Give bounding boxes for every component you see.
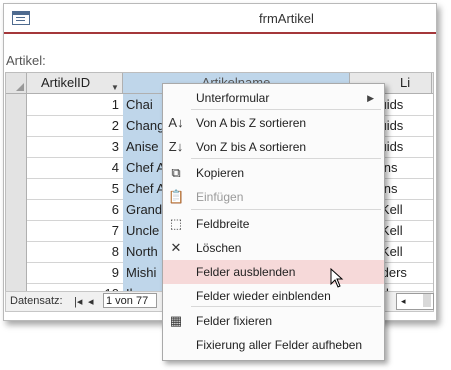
select-all-corner[interactable]	[6, 73, 27, 93]
row-selector[interactable]	[6, 220, 27, 241]
paste-icon: 📋	[168, 189, 185, 204]
row-selector[interactable]	[6, 157, 27, 178]
cell-artikelid[interactable]: 7	[27, 223, 119, 238]
menu-item-felder-wieder-einblenden[interactable]: Felder wieder einblenden	[163, 284, 384, 308]
menu-item-label: Kopieren	[196, 166, 245, 180]
cell-artikelid[interactable]: 4	[27, 160, 119, 175]
delete-icon: ✕	[170, 240, 182, 255]
row-selector[interactable]	[6, 262, 27, 283]
menu-item-label: Von A bis Z sortieren	[196, 116, 307, 130]
form-icon	[12, 11, 30, 25]
menu-item-fixierung-aller-felder-aufheben[interactable]: Fixierung aller Felder aufheben	[163, 333, 384, 357]
menu-item-einfügen[interactable]: 📋 Einfügen	[163, 185, 384, 209]
row-selector[interactable]	[6, 136, 27, 157]
freeze-fields-icon: ▦	[169, 313, 183, 328]
menu-item-label: Felder fixieren	[196, 314, 273, 328]
row-selector[interactable]	[6, 94, 27, 115]
menu-item-kopieren[interactable]: ⧉ Kopieren	[163, 161, 384, 185]
cell-artikelid[interactable]: 9	[27, 265, 119, 280]
cell-artikelid[interactable]: 5	[27, 181, 119, 196]
cell-artikelid[interactable]: 3	[27, 139, 119, 154]
horizontal-scrollbar[interactable]: ◂	[396, 293, 434, 310]
record-label: Datensatz:	[10, 295, 63, 307]
menu-item-label: Feldbreite	[196, 217, 250, 231]
previous-record-icon[interactable]: ◂	[88, 295, 94, 308]
menu-item-label: Einfügen	[196, 190, 244, 204]
cell-artikelid[interactable]: 2	[27, 118, 119, 133]
context-menu: Unterformular ▶ A↓ Von A bis Z sortieren Z↓ V…	[162, 83, 385, 361]
window-title: frmArtikel	[259, 11, 314, 26]
row-selector[interactable]	[6, 115, 27, 136]
row-selector[interactable]	[6, 199, 27, 220]
scroll-left-icon[interactable]: ◂	[401, 296, 406, 307]
sort-ascending-icon: A↓	[168, 115, 184, 130]
cell-artikelid[interactable]: 8	[27, 244, 119, 259]
cell-artikelid[interactable]: 1	[27, 97, 119, 112]
menu-item-unterformular[interactable]: Unterformular ▶	[163, 86, 384, 110]
menu-item-label: Fixierung aller Felder aufheben	[196, 338, 363, 352]
menu-item-label: Unterformular	[196, 91, 270, 105]
first-record-icon[interactable]: |◂	[74, 295, 82, 308]
cell-artikelid[interactable]: 6	[27, 202, 119, 217]
menu-item-von-a-bis-z-sortieren[interactable]: A↓ Von A bis Z sortieren	[163, 111, 384, 135]
menu-item-löschen[interactable]: ✕ Löschen	[163, 236, 384, 260]
menu-separator	[191, 209, 381, 210]
copy-icon: ⧉	[171, 165, 181, 180]
mouse-pointer-icon	[330, 268, 344, 288]
menu-item-felder-ausblenden[interactable]: Felder ausblenden	[163, 260, 384, 284]
menu-item-feldbreite[interactable]: ⬚ Feldbreite	[163, 212, 384, 236]
field-width-icon: ⬚	[169, 216, 183, 231]
menu-item-label: Felder wieder einblenden	[196, 289, 331, 303]
row-selector[interactable]	[6, 241, 27, 262]
menu-item-label: Löschen	[196, 241, 242, 255]
menu-item-felder-fixieren[interactable]: ▦ Felder fixieren	[163, 309, 384, 333]
scroll-thumb[interactable]	[423, 294, 431, 307]
column-header-artikelid[interactable]: ArtikelID ▼	[27, 73, 123, 93]
title-bar: frmArtikel	[4, 4, 436, 34]
row-selector[interactable]	[6, 178, 27, 199]
sort-descending-icon: Z↓	[168, 139, 184, 154]
submenu-arrow-icon: ▶	[367, 93, 374, 103]
menu-item-label: Felder ausblenden	[196, 265, 296, 279]
record-number-input[interactable]: 1 von 77	[103, 293, 157, 308]
menu-item-label: Von Z bis A sortieren	[196, 140, 307, 154]
subform-label: Artikel:	[6, 53, 46, 68]
menu-item-von-z-bis-a-sortieren[interactable]: Z↓ Von Z bis A sortieren	[163, 135, 384, 159]
